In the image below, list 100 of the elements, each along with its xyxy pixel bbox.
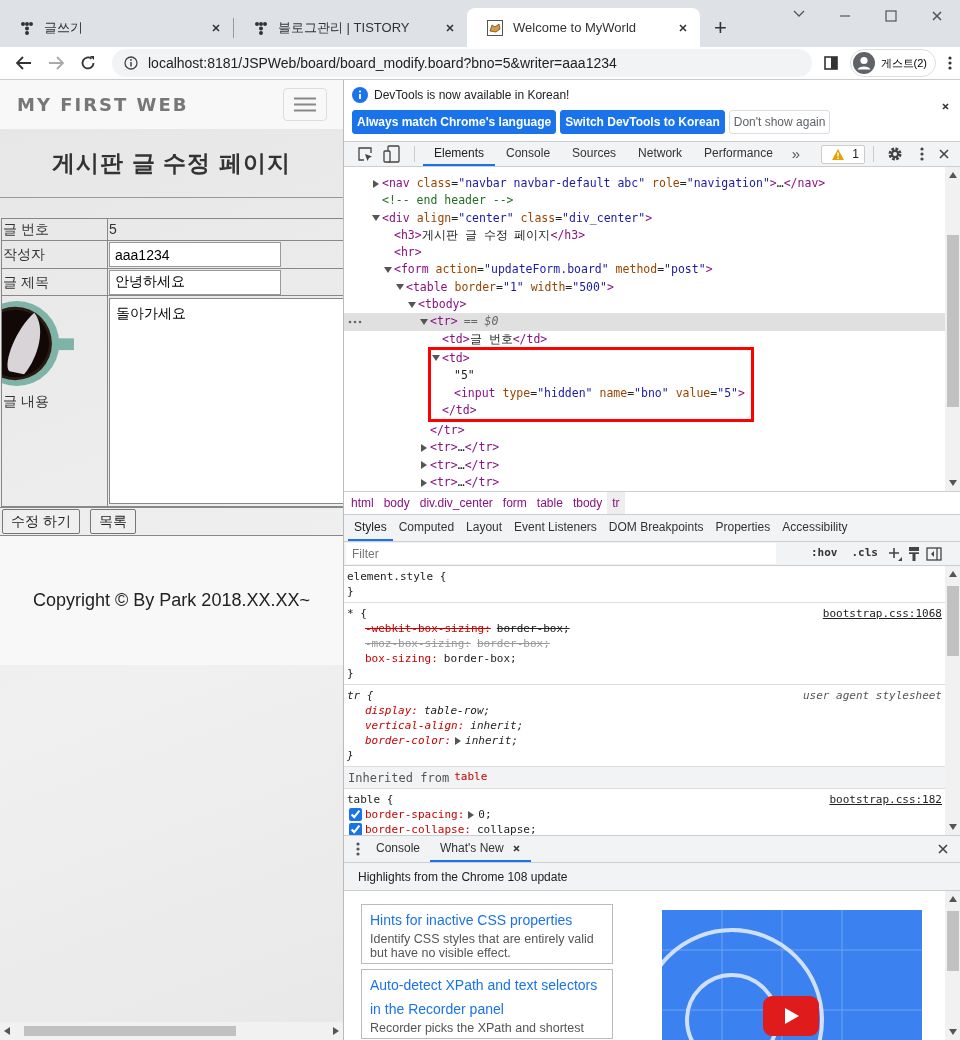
dom-code[interactable]: <td>글 번호</td> [442, 331, 548, 346]
close-icon[interactable] [211, 22, 221, 33]
menu-toggle-button[interactable] [283, 88, 327, 121]
more-tabs-button[interactable]: » [783, 142, 809, 166]
form-button[interactable]: 수정 하기 [2, 509, 80, 534]
plus-icon[interactable] [888, 546, 902, 561]
infobar-button[interactable]: Always match Chrome's language [352, 110, 557, 134]
vertical-scrollbar[interactable] [945, 891, 960, 1040]
styles-tab[interactable]: Accessibility [776, 515, 854, 541]
breadcrumb[interactable]: table [531, 492, 568, 514]
dom-code[interactable]: <table border="1" width="500"> [406, 279, 614, 294]
close-icon[interactable] [931, 10, 943, 22]
feature-link[interactable]: Auto-detect XPath and text selectors in the Recorder panel [370, 973, 604, 1021]
collapsed-arrow-icon[interactable] [420, 461, 428, 470]
vertical-scrollbar[interactable] [945, 566, 960, 835]
close-icon[interactable] [941, 102, 950, 111]
breadcrumb[interactable]: tr [607, 492, 625, 514]
styles-tab[interactable]: Layout [460, 515, 509, 541]
maximize-icon[interactable] [885, 10, 897, 22]
input-field[interactable]: 안녕하세요 [109, 269, 281, 295]
settings-icon[interactable] [887, 146, 903, 162]
form-button[interactable]: 목록 [89, 509, 136, 534]
dom-code[interactable]: <td> [442, 350, 470, 365]
devtools-tab[interactable]: Network [627, 142, 694, 166]
close-icon[interactable] [937, 843, 949, 855]
filter-field[interactable]: Filter [346, 543, 776, 564]
ellipsis-icon[interactable] [348, 320, 362, 325]
expanded-arrow-icon[interactable] [420, 317, 428, 326]
dom-code[interactable]: <tr>…</tr> [430, 457, 500, 472]
styles-tab[interactable]: Event Listeners [508, 515, 603, 541]
side-panel-icon[interactable] [823, 56, 838, 70]
expanded-arrow-icon[interactable] [384, 266, 392, 274]
menu-icon[interactable] [920, 147, 924, 161]
dom-code[interactable]: </tr> [430, 423, 465, 438]
paint-brush-icon[interactable] [908, 545, 920, 562]
browser-tab[interactable]: 글쓰기 [0, 8, 233, 47]
close-icon[interactable] [678, 22, 688, 33]
feature-link[interactable]: Hints for inactive CSS properties [370, 908, 604, 932]
collapsed-arrow-icon[interactable] [420, 478, 428, 487]
close-icon[interactable] [511, 843, 521, 853]
breadcrumb[interactable]: tbody [567, 492, 608, 514]
horizontal-scrollbar[interactable] [0, 1022, 343, 1040]
inherited-element-link[interactable]: table [454, 769, 488, 786]
drawer-tab[interactable]: Console [366, 836, 431, 862]
expanded-arrow-icon[interactable] [408, 300, 416, 309]
expanded-arrow-icon[interactable] [432, 354, 440, 363]
close-icon[interactable] [445, 22, 455, 33]
new-tab-button[interactable]: + [700, 8, 741, 47]
menu-icon[interactable] [948, 56, 952, 70]
dom-code[interactable]: <tr> [430, 314, 458, 329]
breadcrumb[interactable]: div.div_center [414, 492, 498, 514]
dom-code[interactable]: <h3>게시판 글 수정 페이지</h3> [394, 227, 586, 242]
device-icon[interactable] [383, 145, 401, 163]
dom-code[interactable]: <input type="hidden" name="bno" value="5"> [454, 385, 745, 400]
dom-code[interactable]: <form action="updateForm.board" method="post"> [394, 262, 713, 277]
brand-title[interactable]: MY FIRST WEB [17, 91, 189, 118]
checkbox[interactable] [349, 808, 362, 821]
breadcrumb[interactable]: html [346, 492, 379, 514]
dom-code[interactable]: </td> [442, 402, 477, 417]
menu-icon[interactable] [356, 842, 360, 856]
dom-code[interactable]: "5" [454, 368, 475, 383]
infobar-button[interactable]: Don't show again [728, 110, 831, 134]
dom-code[interactable]: <div align="center" class="div_center"> [382, 210, 653, 225]
selected-dom-row[interactable]: <tr> == $0 [344, 313, 945, 331]
dom-code[interactable]: <hr> [394, 245, 422, 260]
dom-comment[interactable]: <!-- end header --> [382, 193, 514, 208]
infobar-button[interactable]: Switch DevTools to Korean [560, 110, 725, 134]
styles-tab[interactable]: DOM Breakpoints [602, 515, 710, 541]
textarea-field[interactable]: 돌아가세요 [109, 298, 343, 504]
chevron-down-icon[interactable] [793, 10, 805, 18]
expanded-arrow-icon[interactable] [372, 214, 380, 223]
warning-count-button[interactable]: 1 [821, 144, 865, 164]
checkbox[interactable] [349, 823, 362, 835]
stylesheet-link[interactable]: bootstrap.css:1068 [822, 606, 942, 621]
browser-tab[interactable]: 블로그관리 | TISTORY [234, 8, 467, 47]
sidebar-toggle-icon[interactable] [926, 546, 942, 561]
browser-tab[interactable]: Welcome to MyWorld [467, 8, 700, 47]
scrollbar-thumb[interactable] [946, 911, 959, 971]
inspect-icon[interactable] [357, 146, 373, 162]
styles-tab[interactable]: Properties [709, 515, 777, 541]
expand-arrow-icon[interactable] [455, 736, 462, 745]
play-button-icon[interactable] [763, 996, 819, 1036]
collapsed-arrow-icon[interactable] [372, 179, 380, 188]
expanded-arrow-icon[interactable] [396, 283, 404, 292]
dom-code[interactable]: <tr>…</tr> [430, 475, 500, 490]
toggle-button[interactable]: .cls [847, 545, 882, 562]
scrollbar-thumb[interactable] [946, 586, 959, 656]
dom-code[interactable]: <tr>…</tr> [430, 440, 500, 455]
back-arrow-icon[interactable] [16, 56, 32, 70]
reload-icon[interactable] [80, 55, 96, 71]
devtools-tab[interactable]: Performance [693, 142, 784, 166]
devtools-tab[interactable]: Elements [423, 142, 496, 166]
toggle-button[interactable]: :hov [807, 545, 842, 562]
dom-code[interactable]: <tbody> [418, 297, 467, 312]
breadcrumb[interactable]: body [378, 492, 415, 514]
stylesheet-link[interactable]: bootstrap.css:182 [829, 792, 942, 807]
breadcrumb[interactable]: form [497, 492, 532, 514]
dom-code[interactable]: <nav class="navbar navbar-default abc" role="navigation">…</nav> [382, 176, 826, 190]
styles-tab[interactable]: Computed [392, 515, 461, 541]
profile-button[interactable]: 게스트(2) [849, 49, 936, 77]
